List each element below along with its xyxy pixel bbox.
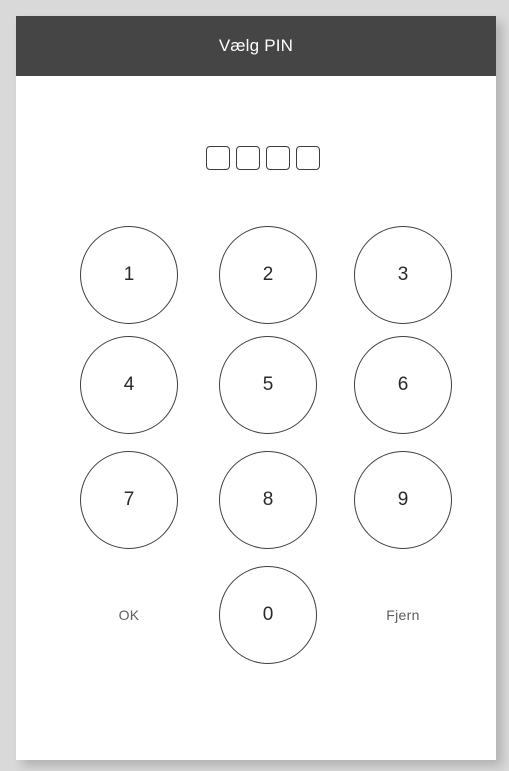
keypad-key-7[interactable]: 7 [80,451,178,549]
keypad-key-9[interactable]: 9 [354,451,452,549]
ok-button[interactable]: OK [80,566,178,664]
keypad-key-label: 8 [262,489,274,510]
keypad-key-0[interactable]: 0 [219,566,317,664]
keypad-key-label: 7 [123,489,135,510]
screenshot-frame: Vælg PIN 1 2 3 4 5 6 7 8 9 OK 0 Fjern [0,0,509,771]
keypad-key-label: 0 [262,604,274,625]
keypad-key-2[interactable]: 2 [219,226,317,324]
pin-slot-3 [266,146,290,170]
keypad-key-label: 1 [123,264,135,285]
keypad-key-3[interactable]: 3 [354,226,452,324]
keypad-key-label: 4 [123,374,135,395]
delete-button-label: Fjern [386,607,420,623]
keypad-key-5[interactable]: 5 [219,336,317,434]
keypad-key-label: 3 [397,264,409,285]
numeric-keypad: 1 2 3 4 5 6 7 8 9 OK 0 Fjern [16,226,496,686]
keypad-key-label: 2 [262,264,274,285]
top-app-bar: Vælg PIN [16,16,496,76]
pin-slot-1 [206,146,230,170]
keypad-key-label: 6 [397,374,409,395]
keypad-key-6[interactable]: 6 [354,336,452,434]
delete-button[interactable]: Fjern [354,566,452,664]
pin-indicator-row [206,146,346,174]
ok-button-label: OK [118,607,140,623]
pin-slot-2 [236,146,260,170]
keypad-key-label: 5 [262,374,274,395]
pin-slot-4 [296,146,320,170]
keypad-key-8[interactable]: 8 [219,451,317,549]
keypad-key-4[interactable]: 4 [80,336,178,434]
keypad-key-1[interactable]: 1 [80,226,178,324]
screen-title: Vælg PIN [218,36,294,55]
keypad-key-label: 9 [397,489,409,510]
pin-screen: Vælg PIN 1 2 3 4 5 6 7 8 9 OK 0 Fjern [16,16,496,760]
